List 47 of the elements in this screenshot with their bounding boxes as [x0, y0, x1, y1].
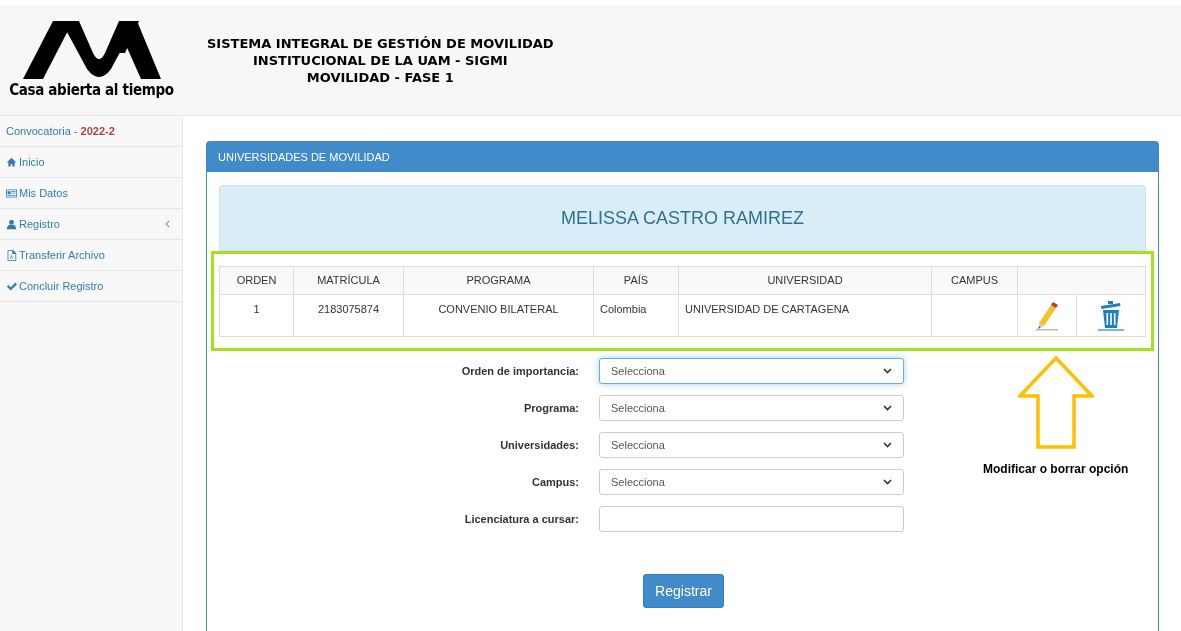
chevron-down-icon[interactable] — [883, 405, 892, 411]
logo-caption: Casa abierta al tiempo — [9, 83, 174, 98]
up-arrow-icon — [1017, 356, 1094, 450]
chevron-down-icon[interactable] — [883, 368, 892, 374]
logo-icon — [20, 19, 163, 81]
register-button[interactable]: Registrar — [643, 574, 724, 608]
chevron-down-icon[interactable] — [883, 442, 892, 448]
column-header: PAÍS — [593, 266, 679, 295]
sidebar-item[interactable]: Concluir Registro — [6, 277, 104, 295]
sidebar-item[interactable]: Inicio — [6, 153, 45, 171]
column-header: CAMPUS — [931, 266, 1018, 295]
annotation-text: Modificar o borrar opción — [983, 461, 1129, 478]
sidebar-item[interactable]: Mis Datos — [6, 184, 68, 202]
field-label: Programa: — [522, 400, 580, 416]
sidebar-item[interactable]: Registro — [6, 215, 60, 233]
user-icon — [6, 218, 17, 230]
chevron-left-icon[interactable] — [165, 220, 170, 228]
document-icon — [6, 249, 17, 261]
column-header: PROGRAMA — [403, 266, 594, 295]
chevron-down-icon[interactable] — [883, 479, 892, 485]
sidebar-item[interactable]: Transferir Archivo — [6, 246, 105, 264]
table-cell: 2183075874 — [317, 303, 380, 315]
table-cell: CONVENIO BILATERAL — [438, 303, 559, 315]
check-icon — [6, 280, 17, 292]
system-title: SISTEMA INTEGRAL DE GESTIÓN DE MOVILIDAD INSTITUCIONAL DE LA UAM - SIGMI MOVILIDAD - FASE 1 — [207, 35, 554, 86]
select-field[interactable]: Selecciona — [599, 469, 904, 495]
table-cell: UNIVERSIDAD DE CARTAGENA — [685, 303, 849, 315]
home-icon — [6, 156, 17, 168]
field-label: Orden de importancia: — [460, 363, 580, 379]
call-label: Convocatoria - 2022-2 — [6, 123, 115, 139]
input-field[interactable] — [599, 506, 904, 532]
select-field[interactable]: Selecciona — [599, 432, 904, 458]
student-name: MELISSA CASTRO RAMIREZ — [560, 206, 804, 230]
column-header: MATRÍCULA — [293, 266, 404, 295]
field-label: Licenciatura a cursar: — [463, 511, 580, 527]
panel-header: UNIVERSIDADES DE MOVILIDAD — [207, 142, 1158, 172]
select-field[interactable]: Selecciona — [599, 395, 904, 421]
table-cell: 1 — [253, 303, 260, 315]
table-cell: Colombia — [600, 303, 647, 315]
trash-icon[interactable] — [1097, 299, 1124, 332]
select-field[interactable]: Selecciona — [599, 358, 904, 384]
field-label: Universidades: — [499, 437, 580, 453]
column-header: UNIVERSIDAD — [678, 266, 932, 295]
field-label: Campus: — [530, 474, 580, 490]
id-card-icon — [6, 187, 17, 199]
edit-pencil-icon[interactable] — [1035, 300, 1058, 331]
column-header: ORDEN — [219, 266, 294, 295]
